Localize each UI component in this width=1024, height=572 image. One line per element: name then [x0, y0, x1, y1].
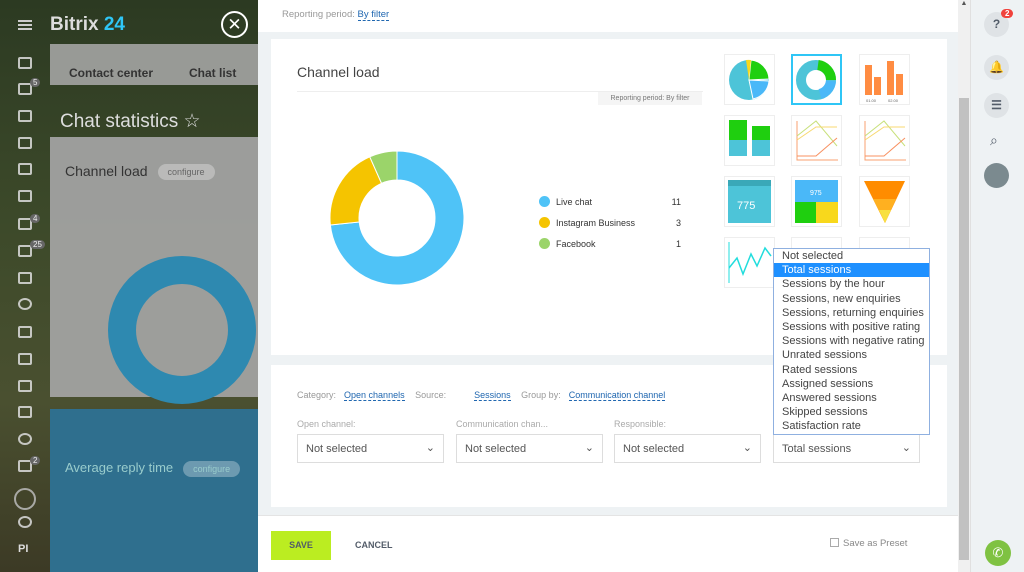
sync-icon[interactable]	[18, 406, 32, 418]
thumb-line-teal[interactable]	[724, 237, 775, 288]
search-icon[interactable]: ⌕	[990, 132, 998, 149]
help-badge: 2	[1001, 9, 1014, 18]
svg-text:775: 775	[737, 200, 755, 212]
communication-channel-select[interactable]: Not selected ⌄	[456, 434, 603, 463]
thumb-number[interactable]: 775	[724, 176, 775, 227]
widget-period: Reporting period: By filter	[598, 92, 702, 105]
tab-contact-center[interactable]: Contact center	[69, 66, 153, 80]
scrollbar-thumb[interactable]	[959, 98, 969, 560]
dropdown-option[interactable]: Sessions by the hour	[774, 277, 929, 291]
left-nav: 5 4 25 2 PI	[0, 0, 50, 572]
dropdown-option[interactable]: Sessions with positive rating	[774, 320, 929, 334]
background-card-reply-time: Average reply time configure	[50, 409, 258, 572]
thumb-number-block[interactable]: 975	[791, 176, 842, 227]
user-initials[interactable]: PI	[18, 543, 28, 555]
nav-badge: 25	[30, 240, 45, 249]
svg-text:01.00: 01.00	[866, 98, 877, 103]
thumb-stacked-bar[interactable]	[724, 115, 775, 166]
metric-select[interactable]: Total sessions ⌄	[773, 434, 920, 463]
chevron-down-icon: ⌄	[584, 442, 594, 454]
target-icon[interactable]	[18, 433, 32, 445]
thumb-pie[interactable]	[724, 54, 775, 105]
background-tabs: Contact center Chat list	[50, 44, 258, 85]
reporting-period: Reporting period: By filter	[258, 0, 958, 32]
category-link[interactable]: Open channels	[344, 390, 405, 401]
donut-chart	[329, 150, 465, 286]
legend-item: Instagram Business 3	[539, 216, 681, 237]
dropdown-option[interactable]: Sessions, returning enquiries	[774, 306, 929, 320]
time-icon[interactable]	[18, 298, 32, 310]
dropdown-option[interactable]: Sessions with negative rating	[774, 334, 929, 348]
groups-icon[interactable]	[18, 137, 32, 149]
nav-badge: 5	[30, 78, 41, 87]
scrollbar[interactable]: ▲	[958, 0, 970, 572]
feed-icon[interactable]	[18, 57, 32, 69]
page-title: Chat statistics ☆	[60, 111, 201, 132]
thumb-funnel[interactable]	[859, 176, 910, 227]
dropdown-option[interactable]: Answered sessions	[774, 391, 929, 405]
chevron-down-icon: ⌄	[425, 442, 435, 454]
cancel-button[interactable]: CANCEL	[355, 540, 393, 550]
save-button[interactable]: SAVE	[271, 531, 331, 560]
chat-icon[interactable]	[18, 110, 32, 122]
dropdown-option[interactable]: Assigned sessions	[774, 377, 929, 391]
bell-icon[interactable]: 🔔	[984, 55, 1009, 80]
dropdown-option[interactable]: Total sessions	[774, 263, 929, 278]
close-button[interactable]: ✕	[221, 11, 248, 38]
reporting-period-link[interactable]: By filter	[357, 9, 390, 21]
chevron-down-icon: ⌄	[742, 442, 752, 454]
legend: Live chat 11 Instagram Business 3 Facebook…	[539, 195, 681, 258]
nav-badge: 2	[30, 456, 41, 465]
metric-dropdown-list[interactable]: Not selected Total sessions Sessions by th…	[773, 248, 930, 435]
tab-chat-list[interactable]: Chat list	[189, 66, 236, 80]
background-donut	[108, 256, 256, 404]
footer: SAVE CANCEL Save as Preset	[258, 515, 958, 572]
legend-item: Facebook 1	[539, 237, 681, 258]
responsible-select[interactable]: Not selected ⌄	[614, 434, 761, 463]
dropdown-option[interactable]: Rated sessions	[774, 363, 929, 377]
svg-text:02.00: 02.00	[888, 98, 899, 103]
menu-icon[interactable]	[18, 20, 32, 30]
dropdown-option[interactable]: Not selected	[774, 249, 929, 263]
thumb-line[interactable]	[791, 115, 842, 166]
dropdown-option[interactable]: Satisfaction rate	[774, 419, 929, 433]
open-channel-label: Open channel:	[297, 419, 356, 429]
responsible-label: Responsible:	[614, 419, 667, 429]
right-bar: ? 2 🔔 ☰ ⌕ ✆	[970, 0, 1024, 572]
source-link[interactable]: Sessions	[474, 390, 511, 401]
thumb-bar[interactable]: 01.00 02.00	[859, 54, 910, 105]
filter-row: Category: Open channels Source: Sessions G…	[297, 390, 666, 401]
calendar-icon[interactable]	[18, 190, 32, 202]
phone-call-icon[interactable]: ✆	[985, 540, 1011, 566]
drive-icon[interactable]	[18, 163, 32, 175]
dropdown-option[interactable]: Sessions, new enquiries	[774, 292, 929, 306]
logo: Bitrix 24	[50, 14, 125, 35]
phone-icon[interactable]	[18, 326, 32, 338]
chevron-down-icon: ⌄	[901, 442, 911, 454]
contacts-icon[interactable]	[18, 353, 32, 365]
inbox-icon[interactable]	[18, 380, 32, 392]
nav-badge: 4	[30, 214, 41, 223]
svg-text:975: 975	[810, 190, 822, 197]
background-card-channel-load: Channel load configure	[50, 137, 258, 404]
moon-icon[interactable]	[18, 516, 32, 528]
legend-item: Live chat 11	[539, 195, 681, 216]
widget-title: Channel load	[297, 64, 380, 80]
avatar[interactable]	[984, 163, 1009, 188]
open-channel-select[interactable]: Not selected ⌄	[297, 434, 444, 463]
thumb-line-2[interactable]	[859, 115, 910, 166]
apps-icon[interactable]	[14, 488, 36, 510]
chat-list-icon[interactable]: ☰	[984, 93, 1009, 118]
background-page: 5 4 25 2 PI Bitrix 24 Contact center Cha…	[0, 0, 258, 572]
communication-channel-label: Communication chan...	[456, 419, 549, 429]
group-by-link[interactable]: Communication channel	[568, 390, 666, 401]
dropdown-option[interactable]: Skipped sessions	[774, 405, 929, 419]
dropdown-option[interactable]: Unrated sessions	[774, 348, 929, 362]
save-as-preset-checkbox[interactable]: Save as Preset	[830, 538, 907, 549]
thumb-donut[interactable]	[791, 54, 842, 105]
sites-icon[interactable]	[18, 272, 32, 284]
